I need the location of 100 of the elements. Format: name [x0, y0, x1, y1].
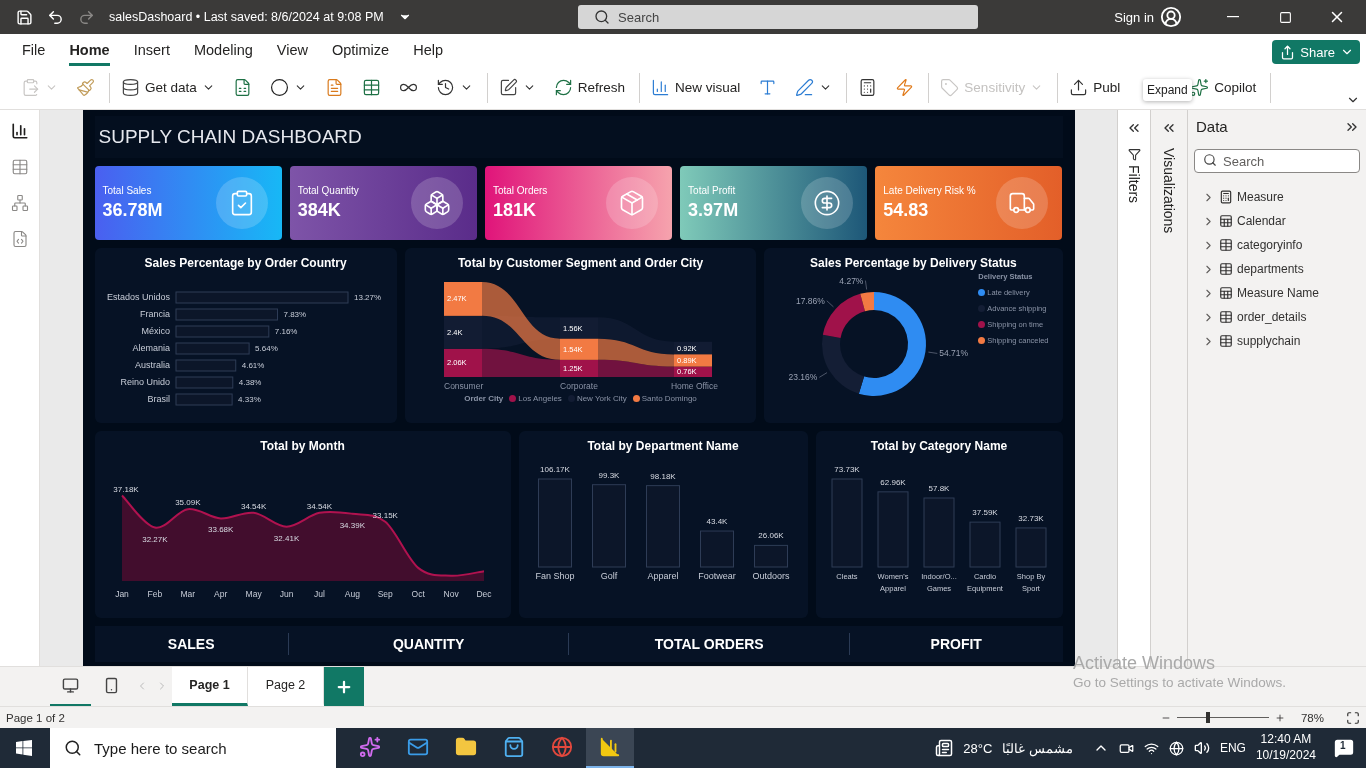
axis-label: May — [245, 588, 262, 599]
language-indicator[interactable]: ENG — [1219, 741, 1246, 755]
field-list-item[interactable]: Measure — [1194, 185, 1360, 209]
axis-label: México — [141, 325, 170, 336]
ribbon-button[interactable]: Refresh — [551, 78, 628, 97]
bar-segment — [673, 341, 712, 354]
table-icon — [10, 158, 29, 176]
search-field[interactable]: Search — [1194, 149, 1360, 173]
volume-icon[interactable] — [1193, 740, 1210, 756]
redo-icon[interactable] — [78, 8, 95, 26]
axis-label: Apparel — [647, 570, 679, 581]
maximize-icon — [1278, 10, 1292, 24]
activation-text: Go to Settings to activate Windows. — [1073, 674, 1287, 692]
search-field[interactable]: Search — [578, 5, 978, 29]
axis-label: Dec — [475, 588, 492, 599]
pane-title[interactable]: Filters — [1126, 165, 1142, 204]
nav-button[interactable]: PROFIT — [849, 633, 1063, 656]
menu-tab[interactable]: File — [22, 42, 46, 66]
chart-title: Total by Customer Segment and Order City — [457, 255, 704, 270]
taskbar-app[interactable] — [586, 728, 634, 768]
table-edit-icon — [498, 78, 518, 97]
network-icon[interactable] — [1143, 740, 1159, 756]
share-button[interactable]: Share — [1272, 40, 1360, 64]
data-label: 33.68K — [207, 525, 233, 535]
boxes-icon — [422, 188, 451, 217]
field-list-item[interactable]: order_details — [1194, 305, 1360, 329]
menu-tab[interactable]: Modeling — [193, 42, 253, 66]
kpi-label: Total Orders — [492, 184, 548, 196]
clock-time: 12:40 AM — [1260, 732, 1312, 748]
news-icon[interactable] — [935, 739, 954, 757]
ribbon-button[interactable]: Publ — [1067, 78, 1123, 97]
add-page-button[interactable] — [324, 667, 364, 706]
chart-title: Sales Percentage by Order Country — [144, 255, 347, 270]
axis-label: Francia — [139, 308, 170, 319]
ribbon-button[interactable]: New visual — [649, 78, 743, 97]
bar-segment — [443, 281, 482, 316]
undo-icon[interactable] — [47, 8, 64, 26]
data-label: 106.17K — [540, 464, 570, 474]
globe-icon[interactable] — [1168, 740, 1184, 756]
data-label: 4.33% — [237, 394, 261, 404]
field-list-item[interactable]: Measure Name — [1194, 281, 1360, 305]
data-label: 34.39K — [339, 520, 365, 530]
page-indicator: Page 1 of 2 — [6, 711, 65, 724]
axis-label: Australia — [134, 359, 170, 370]
ribbon-button[interactable]: Get data — [119, 78, 217, 97]
search-field[interactable]: Type here to search — [50, 728, 336, 768]
bag-icon — [503, 736, 525, 758]
menu-tab[interactable]: View — [276, 42, 308, 66]
field-list-item[interactable]: Calendar — [1194, 209, 1360, 233]
menu-tab[interactable]: Optimize — [331, 42, 390, 66]
data-label: 98.18K — [650, 471, 676, 481]
bar — [700, 530, 734, 568]
data-label: 32.41K — [273, 533, 299, 543]
data-label: 54.71% — [939, 348, 969, 358]
clock-date: 10/19/2024 — [1255, 748, 1316, 764]
table-icon — [1219, 334, 1233, 348]
data-label: 37.59K — [972, 508, 998, 517]
page-tab[interactable]: Page 2 — [248, 667, 324, 706]
nav-button[interactable]: SALES — [94, 633, 288, 656]
menu-tab[interactable]: Insert — [133, 42, 170, 66]
bar-segment — [443, 315, 482, 349]
kpi-label: Late Delivery Risk % — [883, 184, 976, 196]
notification-icon[interactable] — [1334, 738, 1354, 758]
axis-label: Oct — [411, 588, 425, 599]
data-label: 37.18K — [112, 484, 139, 494]
data-label: 32.27K — [141, 534, 168, 544]
nav-button[interactable]: QUANTITY — [287, 633, 569, 656]
zoom-in-icon[interactable] — [1274, 712, 1285, 723]
sheet-icon — [1219, 286, 1233, 300]
data-label: 34.54K — [240, 501, 266, 511]
bar — [175, 376, 233, 389]
axis-label: Sep — [377, 588, 393, 599]
table-icon — [1219, 238, 1233, 252]
lightning-icon — [895, 78, 915, 97]
page-tab[interactable]: Page 1 — [172, 667, 248, 706]
data-label: 4.27% — [839, 275, 864, 286]
legend-title: Order City — [464, 393, 504, 403]
kpi-label: Total Quantity — [297, 184, 359, 196]
avatar-icon[interactable] — [1160, 6, 1182, 28]
sign-in-button[interactable]: Sign in — [1114, 9, 1154, 25]
slider-thumb[interactable] — [1206, 712, 1211, 723]
leader-line — [928, 351, 938, 354]
field-list-item[interactable]: supplychain — [1194, 329, 1360, 353]
axis-label: Aug — [344, 588, 360, 599]
data-label: 33.15K — [372, 510, 398, 520]
axis-label: Jan — [114, 588, 129, 599]
table-icon — [361, 78, 381, 97]
upload-icon — [1069, 78, 1089, 97]
field-list-item[interactable]: departments — [1194, 257, 1360, 281]
pane-title[interactable]: Visualizations — [1161, 148, 1177, 234]
kpi-value: 181K — [492, 199, 537, 221]
weather-text: مشمس غالبًا — [1002, 740, 1073, 756]
menu-tab[interactable]: Help — [413, 42, 443, 66]
field-list-item[interactable]: categoryinfo — [1194, 233, 1360, 257]
kpi-value: 384K — [297, 199, 342, 221]
nav-button[interactable]: TOTAL ORDERS — [568, 633, 850, 656]
fit-page-icon[interactable] — [1346, 710, 1360, 725]
axis-label: Feb — [147, 588, 162, 599]
save-icon[interactable] — [16, 8, 33, 26]
model-icon — [10, 194, 29, 212]
